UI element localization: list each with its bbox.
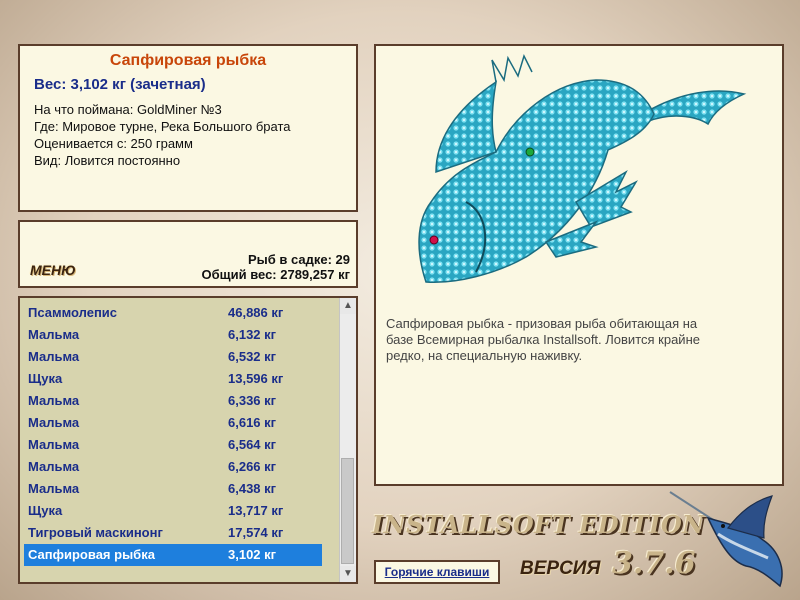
- catch-fish-weight: 3,102 кг: [228, 547, 277, 562]
- catch-list-item[interactable]: Сапфировая рыбка 3,102 кг: [24, 544, 322, 566]
- fish-detail-panel: Сапфировая рыбка - призовая рыба обитающ…: [374, 44, 784, 486]
- fish-description: Сапфировая рыбка - призовая рыба обитающ…: [386, 316, 700, 363]
- catch-fish-name: Тигровый маскинонг: [28, 525, 163, 540]
- catch-fish-weight: 6,132 кг: [228, 327, 277, 342]
- catch-fish-name: Мальма: [28, 481, 80, 496]
- catch-fish-weight: 6,532 кг: [228, 349, 277, 364]
- catch-fish-name: Сапфировая рыбка: [28, 547, 155, 562]
- catch-fish-name: Мальма: [28, 349, 80, 364]
- catch-list-item[interactable]: Щука 13,596 кг: [24, 368, 322, 390]
- catch-fish-weight: 13,596 кг: [228, 371, 284, 386]
- catch-list[interactable]: Псаммолепис 46,886 кг Мальма 6,132 кг Мальма…: [18, 296, 358, 584]
- catch-list-item[interactable]: Мальма 6,266 кг: [24, 456, 322, 478]
- scrollbar-thumb[interactable]: [341, 458, 354, 564]
- catch-fish-name: Щука: [28, 371, 63, 386]
- catch-list-item[interactable]: Псаммолепис 46,886 кг: [24, 302, 322, 324]
- catch-fish-weight: 6,564 кг: [228, 437, 277, 452]
- catch-fish-name: Мальма: [28, 459, 80, 474]
- catch-fish-weight: 46,886 кг: [228, 305, 284, 320]
- info-min-weight: Оценивается с: 250 грамм: [34, 136, 193, 151]
- info-location: Где: Мировое турне, Река Большого брата: [34, 119, 291, 134]
- catch-fish-name: Мальма: [28, 393, 80, 408]
- catch-list-item[interactable]: Мальма 6,564 кг: [24, 434, 322, 456]
- info-bait: На что поймана: GoldMiner №3: [34, 102, 222, 117]
- catch-fish-weight: 6,336 кг: [228, 393, 277, 408]
- catch-fish-weight: 13,717 кг: [228, 503, 284, 518]
- catch-fish-name: Псаммолепис: [28, 305, 118, 320]
- fish-count: Рыб в садке: 29: [247, 252, 350, 267]
- catch-list-item[interactable]: Мальма 6,616 кг: [24, 412, 322, 434]
- catch-fish-name: Мальма: [28, 437, 80, 452]
- marlin-logo-icon: [669, 491, 783, 588]
- scroll-up-icon[interactable]: ▲: [340, 298, 356, 314]
- catch-list-item[interactable]: Мальма 6,132 кг: [24, 324, 322, 346]
- version-label: ВЕРСИЯ: [520, 558, 601, 579]
- info-type: Вид: Ловится постоянно: [34, 153, 181, 168]
- catch-fish-weight: 6,616 кг: [228, 415, 277, 430]
- menu-button[interactable]: МЕНЮ: [30, 262, 76, 278]
- catch-list-item[interactable]: Мальма 6,438 кг: [24, 478, 322, 500]
- catch-fish-name: Мальма: [28, 327, 80, 342]
- catch-fish-name: Щука: [28, 503, 63, 518]
- catch-list-item[interactable]: Тигровый маскинонг 17,574 кг: [24, 522, 322, 544]
- fish-info-panel: Сапфировая рыбка Вес: 3,102 кг (зачетная…: [18, 44, 358, 212]
- fish-weight: Вес: 3,102 кг (зачетная): [34, 76, 206, 93]
- catch-summary-panel: МЕНЮ Рыб в садке: 29 Общий вес: 2789,257…: [18, 220, 358, 288]
- catch-fish-weight: 6,438 кг: [228, 481, 277, 496]
- fish-image: [418, 53, 747, 284]
- total-weight: Общий вес: 2789,257 кг: [201, 267, 350, 282]
- catch-fish-name: Мальма: [28, 415, 80, 430]
- catch-list-item[interactable]: Мальма 6,532 кг: [24, 346, 322, 368]
- catch-fish-weight: 6,266 кг: [228, 459, 277, 474]
- hotkeys-button[interactable]: Горячие клавиши: [374, 560, 500, 584]
- edition-logo: INSTALLSOFT EDITION: [372, 510, 705, 539]
- catch-fish-weight: 17,574 кг: [228, 525, 284, 540]
- scroll-down-icon[interactable]: ▼: [340, 566, 356, 582]
- fish-title: Сапфировая рыбка: [109, 52, 267, 69]
- scrollbar[interactable]: ▲ ▼: [339, 298, 356, 582]
- catch-list-item[interactable]: Мальма 6,336 кг: [24, 390, 322, 412]
- catch-list-item[interactable]: Щука 13,717 кг: [24, 500, 322, 522]
